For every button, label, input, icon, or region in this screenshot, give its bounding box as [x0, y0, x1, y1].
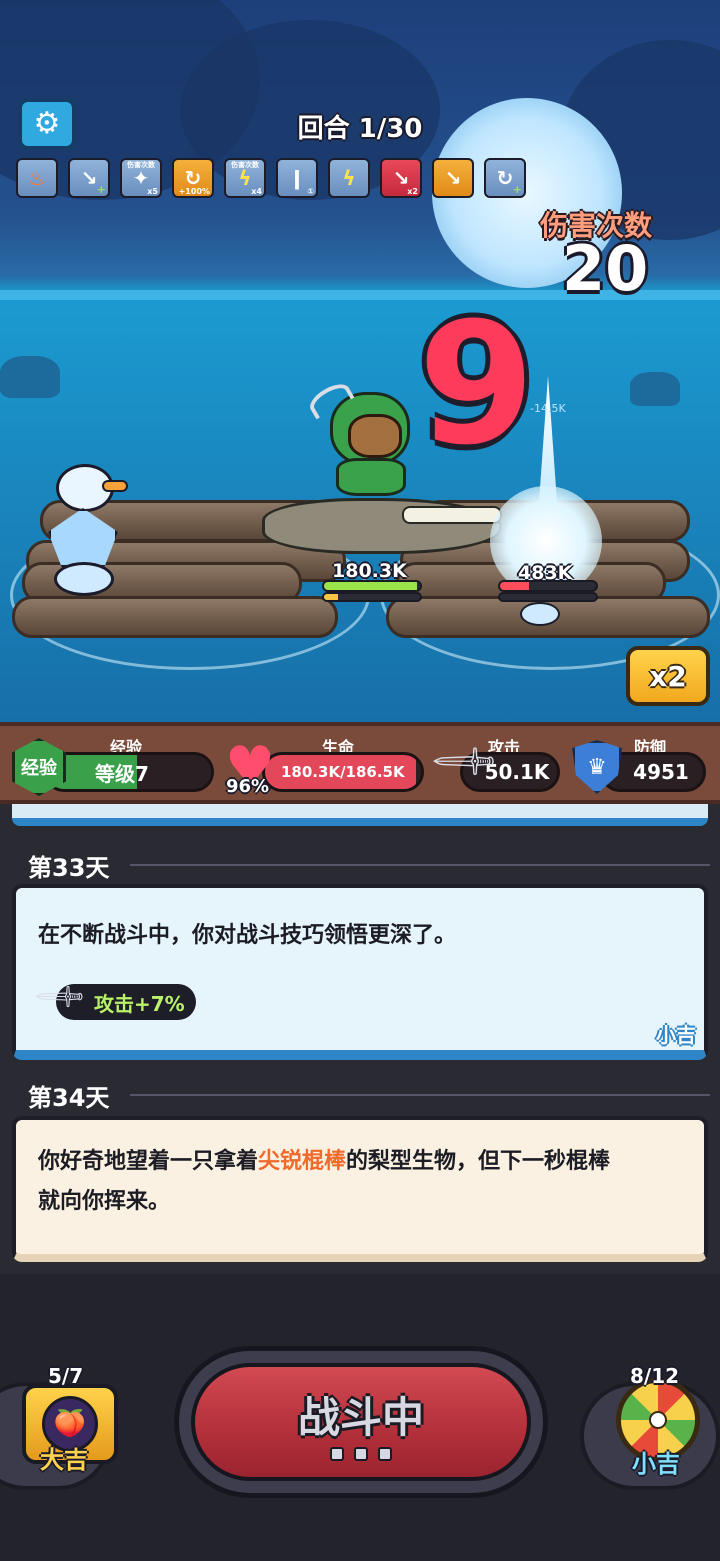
hit-count-value: 20 — [562, 232, 649, 305]
dagger-plus-icon[interactable]: ↘ + — [68, 158, 110, 198]
right-fortune-count: 8/12 — [630, 1364, 680, 1388]
stats-bar: 经验 等级7 经验 生命 180.3K/186.5K ♥ 96% 攻击 50.1… — [0, 722, 720, 804]
day-title: 第33天 — [28, 854, 110, 882]
combo-number: 9 — [418, 286, 535, 482]
enemy-energy-bar — [498, 592, 598, 602]
speed-toggle-button[interactable]: x2 — [626, 646, 710, 706]
log-card: 在不断战斗中，你对战斗技巧领悟更深了。 攻击+7% 🗡 小吉 — [12, 884, 708, 1060]
fortune-tag: 小吉 — [656, 1023, 696, 1047]
game-screen: ⚙ 回合 1/30 ♨ ↘ + 伤害次数 ✦ x5 ↻ +100% 伤害次数 ϟ x4 ǀ①… — [0, 0, 720, 1561]
rock — [0, 356, 60, 398]
left-fortune-label: 大吉 — [40, 1446, 88, 1474]
log-card: 你好奇地望着一只拿着尖锐棍棒的梨型生物，但下一秒棍棒 就向你挥来。 — [12, 1116, 708, 1262]
event-log: 第33天 在不断战斗中，你对战斗技巧领悟更深了。 攻击+7% 🗡 小吉 第34天… — [0, 804, 720, 1274]
damage-popup: -14.5K — [530, 402, 566, 415]
divider — [130, 1094, 710, 1096]
ice-shard-icon[interactable]: 伤害次数 ✦ x5 — [120, 158, 162, 198]
battle-scene: ⚙ 回合 1/30 ♨ ↘ + 伤害次数 ✦ x5 ↻ +100% 伤害次数 ϟ x4 ǀ①… — [0, 0, 720, 722]
divider — [130, 864, 710, 866]
log-text-part: 就向你挥来。 — [38, 1189, 171, 1214]
player-energy-fill — [324, 594, 339, 600]
log-text: 你好奇地望着一只拿着尖锐棍棒的梨型生物，但下一秒棍棒 就向你挥来。 — [38, 1142, 610, 1222]
hp-bar: 180.3K/186.5K — [262, 752, 424, 792]
player-hp-label: 180.3K — [332, 560, 407, 582]
highlighted-item: 尖锐棍棒 — [258, 1149, 347, 1174]
enemy-hp-bar — [498, 580, 598, 592]
loading-dots — [330, 1446, 392, 1461]
left-fortune-count: 5/7 — [48, 1364, 84, 1388]
flame-icon[interactable]: ♨ — [16, 158, 58, 198]
hp-value: 180.3K/186.5K — [281, 763, 405, 781]
dagger-icon[interactable]: ↘ x2 — [380, 158, 422, 198]
thunder-strike-icon[interactable]: ϟ — [328, 158, 370, 198]
battle-button-label: 战斗中 — [297, 1392, 424, 1442]
right-fortune-label: 小吉 — [632, 1450, 680, 1478]
log-text-part: 你好奇地望着一只拿着 — [38, 1149, 259, 1174]
round-counter: 回合 1/30 — [297, 114, 423, 144]
previous-log-card — [12, 804, 708, 826]
spear-icon[interactable]: ǀ① — [276, 158, 318, 198]
whirl-plus-icon[interactable]: ↻ + — [484, 158, 526, 198]
buff-label: 攻击+7% — [94, 991, 185, 1016]
snow-spirit-ally — [40, 458, 130, 618]
enemy-hp-fill — [500, 582, 529, 590]
log-text-part: 的梨型生物，但下一秒棍棒 — [346, 1149, 611, 1174]
skill-bar: ♨ ↘ + 伤害次数 ✦ x5 ↻ +100% 伤害次数 ϟ x4 ǀ① ϟ ↘ x2 ↘ ↻… — [16, 158, 526, 198]
player-hp-fill — [324, 582, 418, 590]
battle-button-frame: 战斗中 — [174, 1346, 548, 1498]
exp-bar: 等级7 — [44, 752, 214, 792]
log-text: 在不断战斗中，你对战斗技巧领悟更深了。 — [38, 923, 457, 948]
whirl-icon[interactable]: ↻ +100% — [172, 158, 214, 198]
bottom-controls: 🍑 5/7 大吉 战斗中 8/12 小吉 — [0, 1274, 720, 1561]
dagger-clock-icon[interactable]: ↘ — [432, 158, 474, 198]
level-label: 等级7 — [95, 761, 149, 786]
hp-percent: 96% — [226, 776, 270, 797]
battle-button[interactable]: 战斗中 — [191, 1363, 531, 1481]
lightning-icon[interactable]: 伤害次数 ϟ x4 — [224, 158, 266, 198]
rock — [630, 372, 680, 406]
player-energy-bar — [322, 592, 422, 602]
player-hp-bar — [322, 580, 422, 592]
day-title: 第34天 — [28, 1084, 110, 1112]
